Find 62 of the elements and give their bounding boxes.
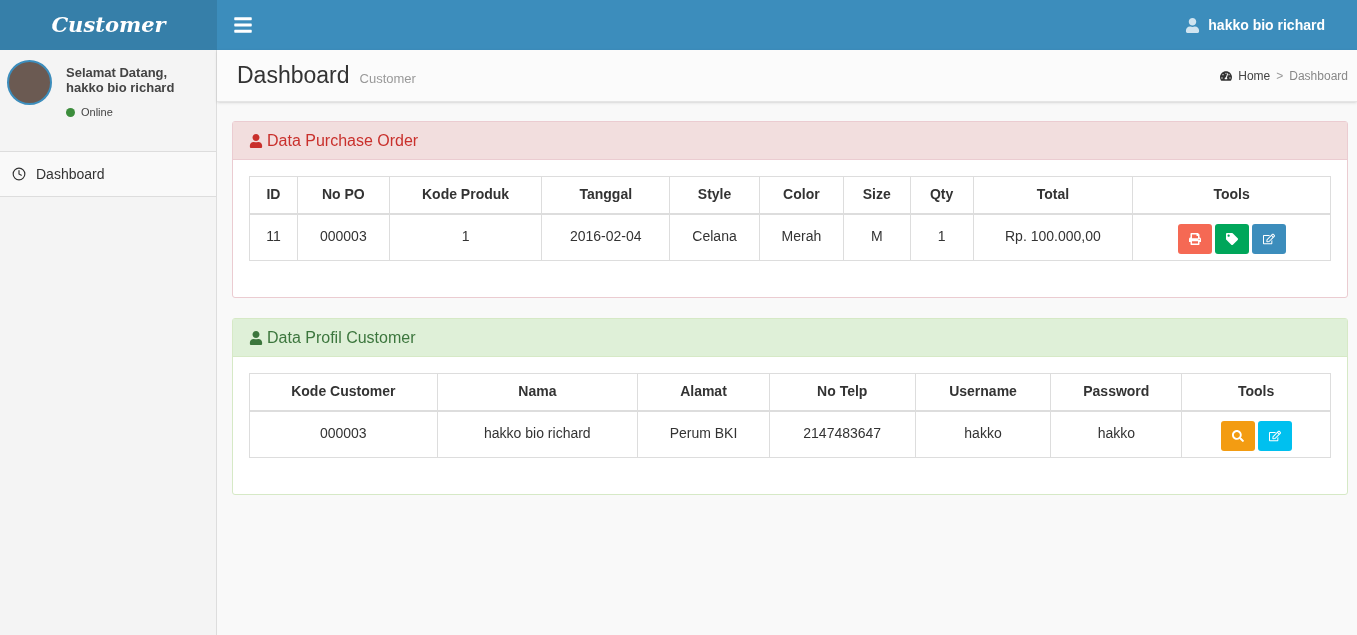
brand-logo: Customer — [0, 0, 217, 50]
column-header: Size — [843, 176, 911, 214]
print-button[interactable] — [1177, 223, 1212, 254]
user-menu[interactable]: hakko bio richard — [1185, 14, 1345, 36]
panel-title: Data Purchase Order — [267, 130, 419, 151]
table-cell: hakko — [915, 410, 1051, 458]
column-header: No Telp — [769, 373, 916, 411]
dashboard-icon — [1220, 69, 1233, 82]
column-header: Password — [1050, 373, 1182, 411]
table-cell: Celana — [669, 213, 760, 261]
table-cell: 2147483647 — [769, 410, 916, 458]
column-header: Username — [915, 373, 1051, 411]
user-icon — [1185, 17, 1201, 33]
tag-button[interactable] — [1214, 223, 1249, 254]
edit-icon — [1262, 232, 1275, 245]
table-cell: 000003 — [249, 410, 438, 458]
column-header: Color — [759, 176, 844, 214]
table-cell: 2016-02-04 — [541, 213, 670, 261]
user-icon — [249, 330, 263, 345]
breadcrumb-separator: > — [1276, 67, 1284, 85]
column-header: Qty — [910, 176, 974, 214]
status-text: Online — [81, 105, 113, 120]
user-name: hakko bio richard — [66, 80, 175, 95]
column-header: Tools — [1181, 373, 1331, 411]
column-header: Alamat — [637, 373, 770, 411]
avatar — [7, 60, 52, 105]
table-cell: hakko — [1050, 410, 1182, 458]
column-header: Nama — [437, 373, 638, 411]
column-header: Total — [973, 176, 1133, 214]
table-cell: hakko bio richard — [437, 410, 638, 458]
print-icon — [1188, 232, 1201, 245]
search-icon — [1231, 429, 1244, 442]
column-header: Kode Customer — [249, 373, 438, 411]
table-cell: 1 — [389, 213, 542, 261]
tag-icon — [1225, 232, 1238, 245]
column-header: No PO — [297, 176, 390, 214]
column-header: Style — [669, 176, 760, 214]
breadcrumb-current: Dashboard — [1289, 67, 1348, 85]
table-cell: M — [843, 213, 911, 261]
breadcrumb-link[interactable]: Home — [1238, 66, 1271, 85]
panel-title: Data Profil Customer — [267, 327, 416, 348]
column-header: ID — [249, 176, 298, 214]
menu-icon — [233, 15, 253, 35]
search-button[interactable] — [1220, 420, 1255, 451]
edit-button[interactable] — [1251, 223, 1286, 254]
greeting-text: Selamat Datang, — [66, 65, 169, 80]
table-cell: Merah — [759, 213, 844, 261]
user-icon — [249, 133, 263, 148]
page-subtitle: Customer — [359, 70, 416, 89]
column-header: Tanggal — [541, 176, 670, 214]
column-header: Kode Produk — [389, 176, 542, 214]
table-cell: 000003 — [297, 213, 390, 261]
table-cell: 1 — [910, 213, 974, 261]
clock-icon — [12, 167, 26, 181]
sidebar-item[interactable]: Dashboard — [0, 152, 216, 197]
edit-button[interactable] — [1257, 420, 1292, 451]
edit-icon — [1268, 429, 1281, 442]
table-cell: Perum BKI — [637, 410, 770, 458]
table-cell: 11 — [249, 213, 298, 261]
column-header: Tools — [1132, 176, 1331, 214]
table-cell: Rp. 100.000,00 — [973, 213, 1133, 261]
page-title: Dashboard — [237, 61, 350, 91]
